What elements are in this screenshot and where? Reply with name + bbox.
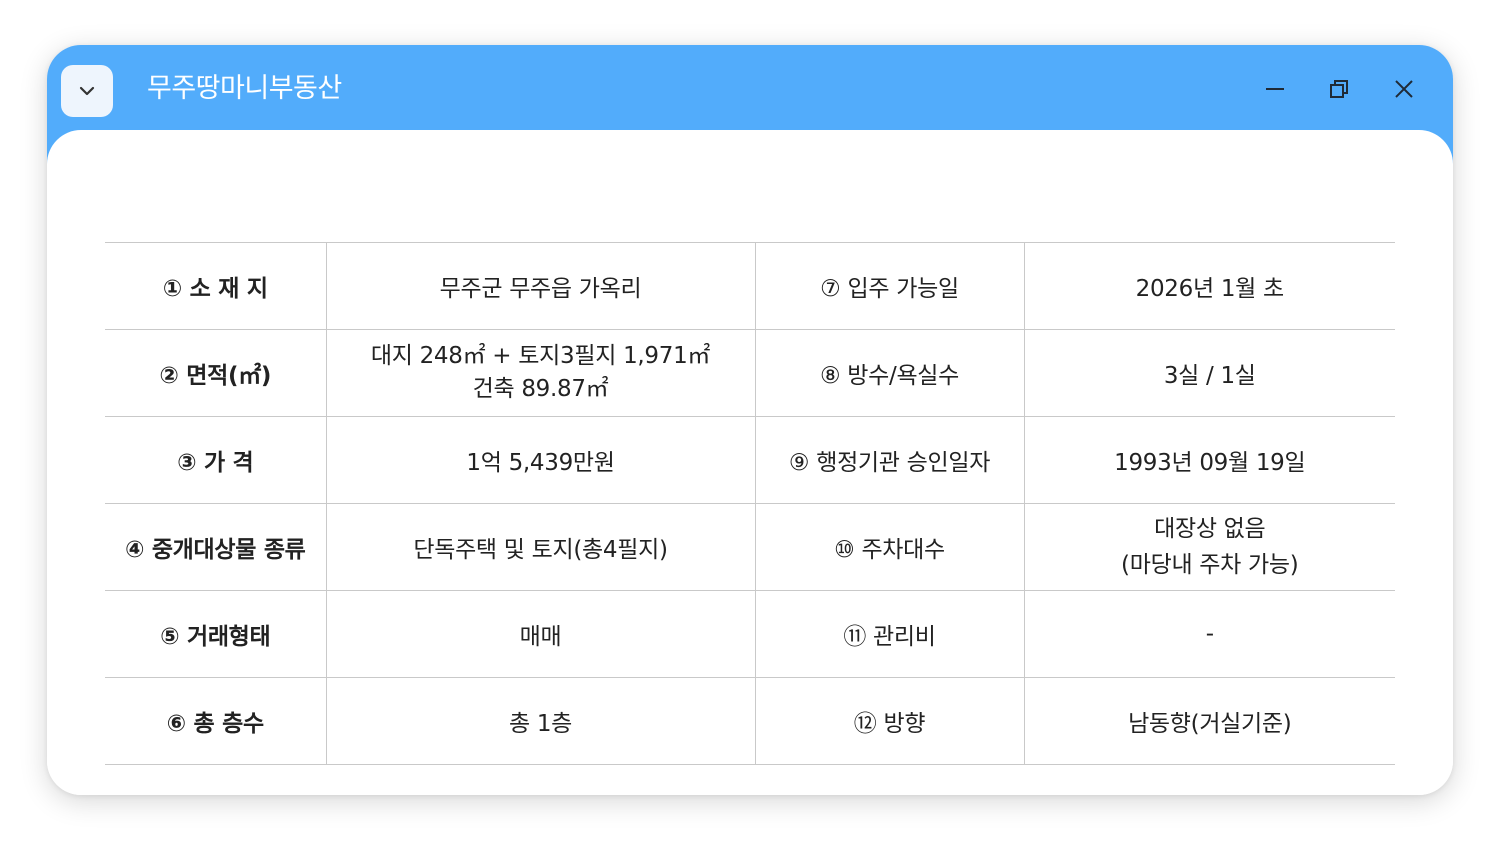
close-icon xyxy=(1395,80,1413,98)
label-total-floors: ⑥ 총 층수 xyxy=(105,677,326,765)
table-row: ⑤ 거래형태 매매 ⑪ 관리비 - xyxy=(105,590,1395,678)
label-approval-date: ⑨ 행정기관 승인일자 xyxy=(754,416,1024,504)
value-area: 대지 248㎡ + 토지3필지 1,971㎡ 건축 89.87㎡ xyxy=(325,329,755,417)
value-area-line2: 건축 89.87㎡ xyxy=(472,376,609,402)
value-area-line1: 대지 248㎡ + 토지3필지 1,971㎡ xyxy=(370,343,711,369)
restore-icon xyxy=(1330,80,1348,98)
value-parking: 대장상 없음 (마당내 주차 가능) xyxy=(1023,503,1395,591)
window-title: 무주땅마니부동산 xyxy=(147,73,342,104)
label-location: ① 소 재 지 xyxy=(105,242,326,330)
minimize-icon xyxy=(1266,88,1284,90)
label-parking: ⑩ 주차대수 xyxy=(754,503,1024,591)
label-maintenance-fee: ⑪ 관리비 xyxy=(754,590,1024,678)
app-window: 무주땅마니부동산 ① 소 재 지 무주군 무주읍 가옥리 ⑦ 입주 가능일 20… xyxy=(47,45,1453,795)
value-move-in-date: 2026년 1월 초 xyxy=(1023,242,1395,330)
minimize-button[interactable] xyxy=(1255,69,1295,109)
menu-toggle-button[interactable] xyxy=(61,65,113,117)
property-info-table: ① 소 재 지 무주군 무주읍 가옥리 ⑦ 입주 가능일 2026년 1월 초 … xyxy=(105,242,1395,765)
value-location: 무주군 무주읍 가옥리 xyxy=(325,242,755,330)
value-property-type: 단독주택 및 토지(총4필지) xyxy=(325,503,755,591)
value-maintenance-fee: - xyxy=(1023,590,1395,678)
label-move-in-date: ⑦ 입주 가능일 xyxy=(754,242,1024,330)
value-price: 1억 5,439만원 xyxy=(325,416,755,504)
window-content: ① 소 재 지 무주군 무주읍 가옥리 ⑦ 입주 가능일 2026년 1월 초 … xyxy=(47,130,1453,795)
table-row: ⑥ 총 층수 총 1층 ⑫ 방향 남동향(거실기준) xyxy=(105,677,1395,765)
close-button[interactable] xyxy=(1384,69,1424,109)
value-rooms-bathrooms: 3실 / 1실 xyxy=(1023,329,1395,417)
chevron-down-icon xyxy=(79,86,95,96)
value-total-floors: 총 1층 xyxy=(325,677,755,765)
table-row: ④ 중개대상물 종류 단독주택 및 토지(총4필지) ⑩ 주차대수 대장상 없음… xyxy=(105,503,1395,591)
value-parking-line1: 대장상 없음 xyxy=(1154,516,1266,542)
restore-button[interactable] xyxy=(1319,69,1359,109)
table-row: ② 면적(㎡) 대지 248㎡ + 토지3필지 1,971㎡ 건축 89.87㎡… xyxy=(105,329,1395,417)
value-transaction-type: 매매 xyxy=(325,590,755,678)
label-transaction-type: ⑤ 거래형태 xyxy=(105,590,326,678)
label-property-type: ④ 중개대상물 종류 xyxy=(105,503,326,591)
label-rooms-bathrooms: ⑧ 방수/욕실수 xyxy=(754,329,1024,417)
value-parking-line2: (마당내 주차 가능) xyxy=(1121,552,1299,578)
value-approval-date: 1993년 09월 19일 xyxy=(1023,416,1395,504)
label-price: ③ 가 격 xyxy=(105,416,326,504)
table-row: ① 소 재 지 무주군 무주읍 가옥리 ⑦ 입주 가능일 2026년 1월 초 xyxy=(105,242,1395,330)
label-area: ② 면적(㎡) xyxy=(105,329,326,417)
table-row: ③ 가 격 1억 5,439만원 ⑨ 행정기관 승인일자 1993년 09월 1… xyxy=(105,416,1395,504)
value-direction: 남동향(거실기준) xyxy=(1023,677,1395,765)
label-direction: ⑫ 방향 xyxy=(754,677,1024,765)
